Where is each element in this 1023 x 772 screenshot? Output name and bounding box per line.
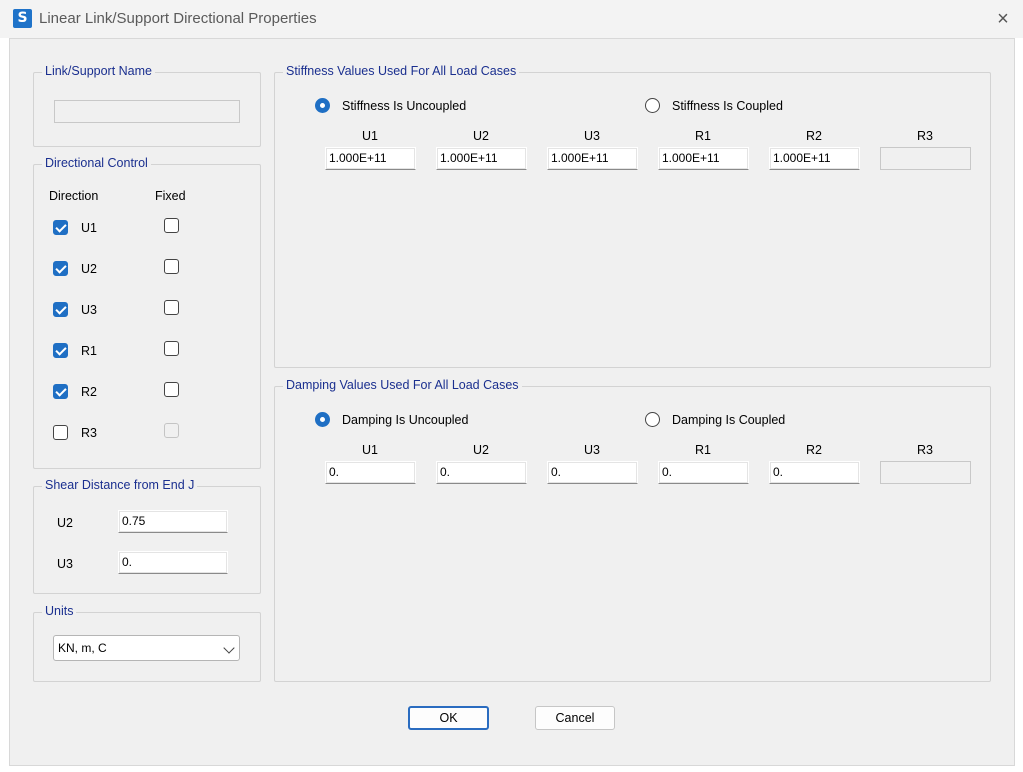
damping-coupled-label: Damping Is Coupled — [672, 413, 786, 427]
stiffness-value-input-r1[interactable]: 1.000E+11 — [658, 147, 749, 170]
damping-legend: Damping Values Used For All Load Cases — [283, 378, 522, 392]
direction-checkbox-r3[interactable] — [53, 425, 68, 440]
damping-value-input-r3 — [880, 461, 971, 484]
direction-column-header: Direction — [49, 189, 99, 203]
stiffness-column-header-u1: U1 — [362, 129, 378, 143]
damping-value-input-r2[interactable]: 0. — [769, 461, 860, 484]
stiffness-value-input-u3[interactable]: 1.000E+11 — [547, 147, 638, 170]
window-title: Linear Link/Support Directional Properti… — [39, 10, 317, 27]
direction-label-u2: U2 — [81, 262, 97, 276]
direction-label-r2: R2 — [81, 385, 97, 399]
stiffness-column-header-r3: R3 — [917, 129, 933, 143]
stiffness-value-input-u2[interactable]: 1.000E+11 — [436, 147, 527, 170]
direction-checkbox-u2[interactable] — [53, 261, 68, 276]
link-support-name-group: Link/Support Name — [33, 64, 261, 147]
direction-label-r1: R1 — [81, 344, 97, 358]
title-bar: S Linear Link/Support Directional Proper… — [0, 0, 1023, 38]
stiffness-column-header-u3: U3 — [584, 129, 600, 143]
stiffness-group: Stiffness Values Used For All Load Cases… — [274, 64, 991, 368]
damping-column-header-r3: R3 — [917, 443, 933, 457]
direction-checkbox-u1[interactable] — [53, 220, 68, 235]
link-support-name-field — [54, 100, 240, 123]
stiffness-column-header-r2: R2 — [806, 129, 822, 143]
fixed-column-header: Fixed — [155, 189, 186, 203]
damping-value-input-u2[interactable]: 0. — [436, 461, 527, 484]
damping-column-header-u1: U1 — [362, 443, 378, 457]
stiffness-uncoupled-label: Stiffness Is Uncoupled — [342, 99, 467, 113]
shear-distance-legend: Shear Distance from End J — [42, 478, 198, 492]
fixed-checkbox-u2[interactable] — [164, 259, 179, 274]
stiffness-column-header-u2: U2 — [473, 129, 489, 143]
direction-checkbox-u3[interactable] — [53, 302, 68, 317]
units-legend: Units — [42, 604, 77, 618]
direction-label-r3: R3 — [81, 426, 97, 440]
stiffness-uncoupled-radio[interactable] — [315, 98, 330, 113]
units-dropdown[interactable]: KN, m, C — [53, 635, 240, 661]
damping-column-header-u2: U2 — [473, 443, 489, 457]
directional-control-legend: Directional Control — [42, 156, 151, 170]
dialog-body: Link/Support Name Directional Control Di… — [9, 38, 1015, 766]
shear-u2-label: U2 — [57, 516, 73, 530]
shear-distance-group: Shear Distance from End J U2 0.75 U3 0. — [33, 478, 261, 594]
stiffness-value-input-r2[interactable]: 1.000E+11 — [769, 147, 860, 170]
shear-u2-input[interactable]: 0.75 — [118, 510, 228, 533]
direction-checkbox-r2[interactable] — [53, 384, 68, 399]
stiffness-value-input-r3 — [880, 147, 971, 170]
fixed-checkbox-u3[interactable] — [164, 300, 179, 315]
chevron-down-icon — [223, 642, 235, 654]
direction-label-u3: U3 — [81, 303, 97, 317]
direction-checkbox-r1[interactable] — [53, 343, 68, 358]
shear-u3-input[interactable]: 0. — [118, 551, 228, 574]
damping-coupled-radio[interactable] — [645, 412, 660, 427]
damping-value-input-r1[interactable]: 0. — [658, 461, 749, 484]
damping-uncoupled-radio[interactable] — [315, 412, 330, 427]
app-logo-icon: S — [13, 9, 32, 28]
fixed-checkbox-u1[interactable] — [164, 218, 179, 233]
damping-column-header-r2: R2 — [806, 443, 822, 457]
fixed-checkbox-r2[interactable] — [164, 382, 179, 397]
stiffness-coupled-label: Stiffness Is Coupled — [672, 99, 783, 113]
directional-control-group: Directional Control Direction Fixed U1 U2… — [33, 156, 261, 469]
damping-column-header-u3: U3 — [584, 443, 600, 457]
damping-group: Damping Values Used For All Load Cases D… — [274, 378, 991, 682]
damping-value-input-u3[interactable]: 0. — [547, 461, 638, 484]
damping-value-input-u1[interactable]: 0. — [325, 461, 416, 484]
stiffness-coupled-radio[interactable] — [645, 98, 660, 113]
units-group: Units KN, m, C — [33, 604, 261, 682]
close-icon[interactable]: × — [990, 6, 1016, 32]
units-selected-value: KN, m, C — [58, 641, 107, 655]
fixed-checkbox-r3 — [164, 423, 179, 438]
fixed-checkbox-r1[interactable] — [164, 341, 179, 356]
stiffness-legend: Stiffness Values Used For All Load Cases — [283, 64, 520, 78]
damping-column-header-r1: R1 — [695, 443, 711, 457]
cancel-button[interactable]: Cancel — [535, 706, 615, 730]
shear-u3-label: U3 — [57, 557, 73, 571]
stiffness-column-header-r1: R1 — [695, 129, 711, 143]
damping-uncoupled-label: Damping Is Uncoupled — [342, 413, 469, 427]
link-support-name-legend: Link/Support Name — [42, 64, 156, 78]
ok-button[interactable]: OK — [408, 706, 489, 730]
direction-label-u1: U1 — [81, 221, 97, 235]
stiffness-value-input-u1[interactable]: 1.000E+11 — [325, 147, 416, 170]
